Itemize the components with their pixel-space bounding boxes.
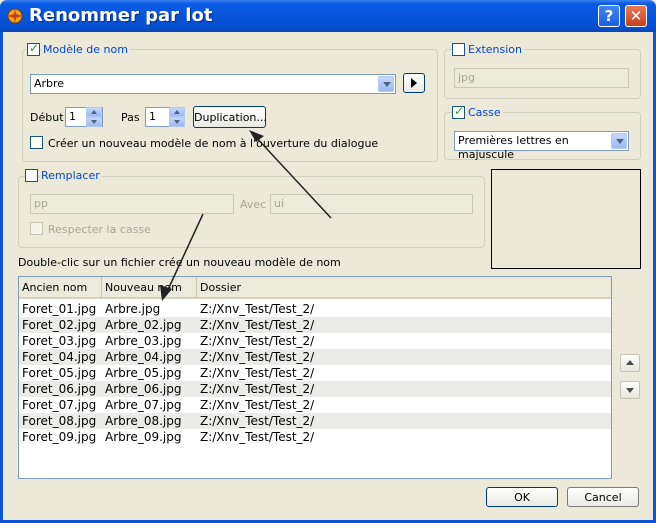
arrowhead-icon: [249, 130, 264, 142]
annotation-arrow-to-duplication: [252, 133, 332, 219]
annotation-arrows: [160, 130, 332, 301]
arrowhead-icon: [160, 285, 172, 301]
annotation-arrow-to-table: [164, 213, 204, 297]
